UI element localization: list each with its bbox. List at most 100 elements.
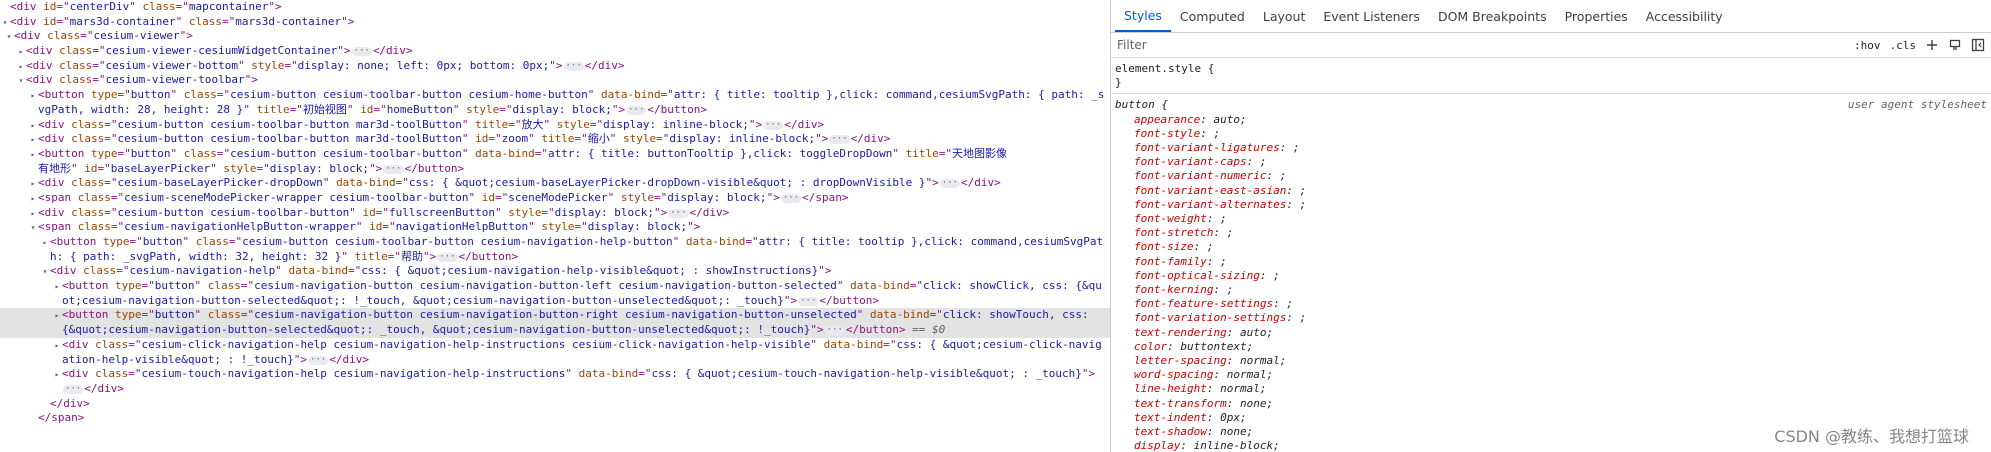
expand-right-icon[interactable]: ▸: [16, 45, 26, 60]
css-property-name[interactable]: display: [1134, 439, 1180, 452]
css-property-value[interactable]: ;: [1213, 127, 1220, 140]
dom-tree-row[interactable]: </span>: [0, 411, 1110, 426]
css-property-value[interactable]: ;: [1293, 141, 1300, 154]
dom-tree-row[interactable]: h: { path: _svgPath, width: 32, height: …: [0, 250, 1110, 265]
css-property-value[interactable]: ;: [1207, 240, 1214, 253]
expand-right-icon[interactable]: ▸: [52, 368, 62, 383]
dom-tree-row-selected[interactable]: ▸ <button type="button" class="cesium-nav…: [0, 308, 1110, 324]
element-state-icon[interactable]: [1948, 38, 1962, 52]
css-property-value[interactable]: buttontext;: [1180, 340, 1253, 353]
dom-tree-row[interactable]: ▸ <button type="button" class="cesium-but…: [0, 147, 1110, 162]
css-declaration[interactable]: font-variant-numeric: ;: [1115, 169, 1991, 183]
dom-tree-row[interactable]: ▾ <div class="cesium-viewer-toolbar">: [0, 73, 1110, 88]
expand-right-icon[interactable]: ▸: [28, 177, 38, 192]
ellipsis-button[interactable]: ···: [437, 252, 458, 262]
css-property-value[interactable]: ;: [1280, 169, 1287, 182]
ellipsis-button[interactable]: ···: [780, 193, 802, 203]
css-property-name[interactable]: font-stretch: [1134, 226, 1213, 239]
css-property-name[interactable]: font-kerning: [1134, 283, 1213, 296]
expand-down-icon[interactable]: ▾: [0, 16, 10, 31]
expand-down-icon[interactable]: ▾: [28, 221, 38, 236]
css-property-name[interactable]: font-feature-settings: [1134, 297, 1273, 310]
expand-right-icon[interactable]: ▸: [28, 89, 38, 104]
css-declaration[interactable]: color: buttontext;: [1115, 340, 1991, 354]
css-declaration[interactable]: text-transform: none;: [1115, 397, 1991, 411]
dom-tree-row[interactable]: ▸ <button type="button" class="cesium-but…: [0, 88, 1110, 103]
css-property-name[interactable]: font-variant-east-asian: [1134, 184, 1286, 197]
css-property-name[interactable]: font-optical-sizing: [1134, 269, 1260, 282]
tab-accessibility[interactable]: Accessibility: [1637, 0, 1732, 32]
css-property-name[interactable]: font-variant-numeric: [1134, 169, 1266, 182]
css-property-name[interactable]: font-variant-alternates: [1134, 198, 1286, 211]
css-property-value[interactable]: none;: [1240, 397, 1273, 410]
css-declaration[interactable]: letter-spacing: normal;: [1115, 354, 1991, 368]
css-declaration[interactable]: font-variation-settings: ;: [1115, 311, 1991, 325]
expand-right-icon[interactable]: ▸: [28, 192, 38, 207]
dom-tree-row[interactable]: ▾ <span class="cesium-navigationHelpButto…: [0, 220, 1110, 235]
css-property-value[interactable]: normal;: [1227, 368, 1273, 381]
css-property-value[interactable]: ;: [1227, 226, 1234, 239]
expand-down-icon[interactable]: ▾: [40, 265, 50, 280]
tab-layout[interactable]: Layout: [1254, 0, 1315, 32]
dom-tree-row[interactable]: ▸ <span class="cesium-sceneModePicker-wra…: [0, 191, 1110, 206]
css-declaration[interactable]: font-style: ;: [1115, 127, 1991, 141]
expand-right-icon[interactable]: ▸: [40, 236, 50, 251]
css-property-value[interactable]: ;: [1300, 184, 1307, 197]
css-declaration[interactable]: font-kerning: ;: [1115, 283, 1991, 297]
expand-right-icon[interactable]: ▸: [52, 280, 62, 295]
hover-state-button[interactable]: :hov: [1854, 39, 1881, 52]
ellipsis-button[interactable]: ···: [798, 296, 819, 306]
css-declaration[interactable]: font-variant-caps: ;: [1115, 155, 1991, 169]
css-property-value[interactable]: normal;: [1240, 354, 1286, 367]
css-declaration[interactable]: font-feature-settings: ;: [1115, 297, 1991, 311]
css-property-value[interactable]: ;: [1300, 198, 1307, 211]
expand-right-icon[interactable]: ▸: [28, 133, 38, 148]
dom-tree-row[interactable]: ▾ <div class="cesium-viewer">: [0, 29, 1110, 44]
expand-right-icon[interactable]: ▸: [28, 148, 38, 163]
dom-tree-row[interactable]: ··· </div>: [0, 382, 1110, 397]
css-declaration[interactable]: font-optical-sizing: ;: [1115, 269, 1991, 283]
css-property-value[interactable]: 0px;: [1220, 411, 1247, 424]
css-property-name[interactable]: text-rendering: [1134, 326, 1227, 339]
css-property-name[interactable]: font-style: [1134, 127, 1200, 140]
tab-dom-breakpoints[interactable]: DOM Breakpoints: [1429, 0, 1556, 32]
tab-event-listeners[interactable]: Event Listeners: [1314, 0, 1429, 32]
css-property-value[interactable]: ;: [1300, 311, 1307, 324]
css-property-name[interactable]: letter-spacing: [1134, 354, 1227, 367]
tab-computed[interactable]: Computed: [1171, 0, 1254, 32]
css-property-name[interactable]: line-height: [1134, 382, 1207, 395]
ellipsis-button[interactable]: ···: [626, 105, 647, 115]
ellipsis-button[interactable]: ···: [668, 208, 689, 218]
button-rule[interactable]: button { user agent stylesheet appearanc…: [1111, 94, 1991, 452]
ellipsis-button[interactable]: ···: [939, 179, 960, 189]
css-property-name[interactable]: font-weight: [1134, 212, 1207, 225]
expand-right-icon[interactable]: ▸: [28, 207, 38, 222]
css-declaration[interactable]: font-size: ;: [1115, 240, 1991, 254]
css-declaration[interactable]: word-spacing: normal;: [1115, 368, 1991, 382]
elements-panel[interactable]: <div id="centerDiv" class="mapcontainer"…: [0, 0, 1110, 452]
expand-right-icon[interactable]: ▸: [28, 119, 38, 134]
css-declaration[interactable]: text-rendering: auto;: [1115, 326, 1991, 340]
tab-styles[interactable]: Styles: [1115, 0, 1171, 32]
ellipsis-button[interactable]: ···: [383, 164, 404, 174]
ellipsis-button[interactable]: ···: [563, 61, 584, 71]
dom-tree-row[interactable]: ▸ <div class="cesium-viewer-cesiumWidgetC…: [0, 44, 1110, 59]
dom-tree-row[interactable]: ▾ <div id="mars3d-container" class="mars3…: [0, 15, 1110, 30]
dom-tree-row[interactable]: <div id="centerDiv" class="mapcontainer"…: [0, 0, 1110, 15]
element-style-rule[interactable]: element.style { }: [1111, 58, 1991, 95]
css-declaration[interactable]: font-variant-alternates: ;: [1115, 198, 1991, 212]
expand-down-icon[interactable]: ▾: [16, 74, 26, 89]
css-declaration[interactable]: font-family: ;: [1115, 255, 1991, 269]
dom-tree-row[interactable]: ▾ <div class="cesium-navigation-help" dat…: [0, 264, 1110, 279]
css-property-name[interactable]: font-variant-caps: [1134, 155, 1247, 168]
dom-tree-row[interactable]: ot;cesium-navigation-button-selected&quo…: [0, 294, 1110, 309]
dom-tree-row[interactable]: ▸ <button type="button" class="cesium-nav…: [0, 279, 1110, 294]
dom-tree-row[interactable]: vgPath, width: 28, height: 28 }" title="…: [0, 103, 1110, 118]
expand-right-icon[interactable]: ▸: [52, 339, 62, 354]
css-property-value[interactable]: ;: [1220, 255, 1227, 268]
css-property-name[interactable]: text-indent: [1134, 411, 1207, 424]
css-declaration[interactable]: line-height: normal;: [1115, 382, 1991, 396]
dom-tree-row[interactable]: ▸ <div class="cesium-button cesium-toolba…: [0, 206, 1110, 221]
css-declaration[interactable]: appearance: auto;: [1115, 113, 1991, 127]
dom-tree-row[interactable]: ▸ <div class="cesium-touch-navigation-hel…: [0, 367, 1110, 382]
